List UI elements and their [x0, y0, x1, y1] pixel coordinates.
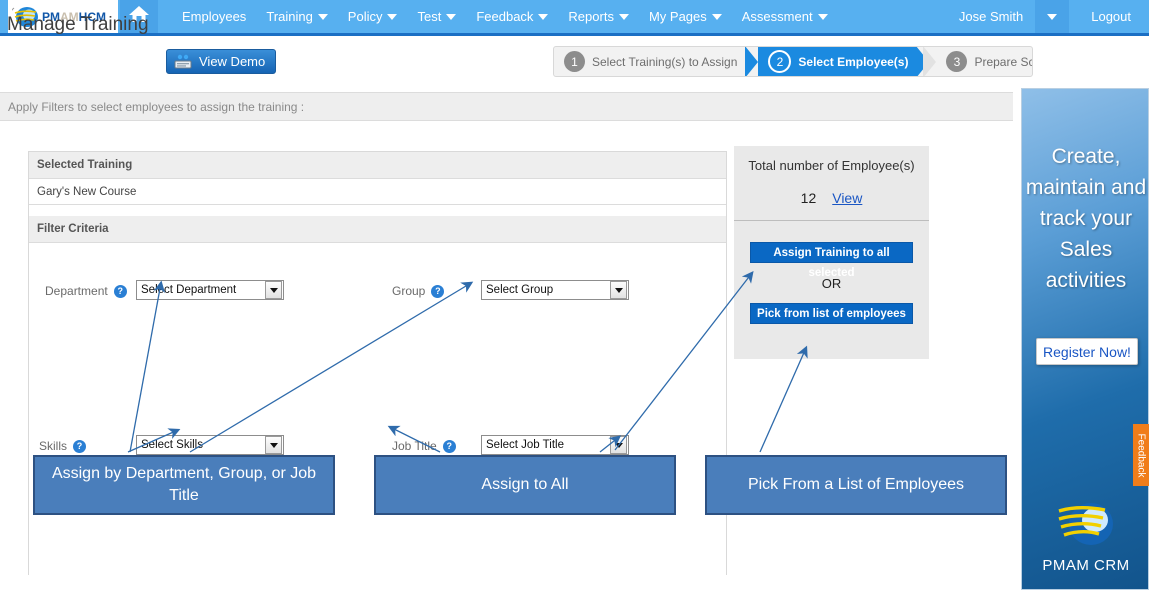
application-root: PMAMHCM Employees Training Policy — [0, 0, 1149, 590]
primary-nav-list: Employees Training Policy Test Feedback … — [172, 0, 947, 33]
step-chevron-icon — [745, 46, 758, 77]
employee-summary-panel: Total number of Employee(s) 12 View Assi… — [734, 146, 929, 359]
wizard-step-3[interactable]: 3 Prepare Schedule — [936, 47, 1033, 76]
nav-item-employees[interactable]: Employees — [172, 0, 256, 33]
nav-label: My Pages — [649, 9, 707, 24]
nav-label: Reports — [568, 9, 614, 24]
filter-criteria-body: Department ? Select Department Group ? S… — [29, 243, 726, 583]
ad-brand-label: PMAM CRM — [1022, 557, 1149, 574]
feedback-tab-label: Feedback — [1136, 433, 1147, 477]
group-select-value: Select Group — [486, 284, 553, 296]
step-wizard: 1 Select Training(s) to Assign 2 Select … — [553, 46, 1033, 77]
step-number: 1 — [564, 51, 585, 72]
chevron-down-icon — [265, 281, 282, 299]
top-navigation-bar: PMAMHCM Employees Training Policy — [0, 0, 1149, 36]
chevron-down-icon — [610, 436, 627, 454]
chevron-down-icon — [610, 281, 627, 299]
chevron-down-icon — [538, 14, 548, 20]
step-number: 2 — [768, 50, 791, 73]
page-title: Manage Training — [7, 14, 149, 36]
selected-training-header: Selected Training — [29, 152, 726, 179]
nav-item-reports[interactable]: Reports — [558, 0, 639, 33]
nav-item-assessment[interactable]: Assessment — [732, 0, 838, 33]
callout-text: Assign by Department, Group, or Job Titl… — [43, 463, 325, 507]
job-title-select[interactable]: Select Job Title — [481, 435, 629, 455]
callout-assign-by-filters: Assign by Department, Group, or Job Titl… — [33, 455, 335, 515]
nav-item-training[interactable]: Training — [256, 0, 337, 33]
assign-training-all-button[interactable]: Assign Training to all selected — [750, 242, 913, 263]
feedback-tab[interactable]: Feedback — [1133, 424, 1149, 486]
nav-label: Employees — [182, 9, 246, 24]
user-menu-button[interactable] — [1035, 0, 1069, 33]
chevron-down-icon — [265, 436, 282, 454]
chevron-down-icon — [712, 14, 722, 20]
job-title-select-value: Select Job Title — [486, 439, 564, 451]
user-menu-area: Jose Smith Logout — [947, 0, 1149, 33]
nav-item-feedback[interactable]: Feedback — [466, 0, 558, 33]
step-chevron-icon — [923, 46, 936, 77]
nav-label: Feedback — [476, 9, 533, 24]
view-employees-link[interactable]: View — [832, 190, 862, 206]
filter-criteria-header: Filter Criteria — [29, 216, 726, 243]
field-job-title: Job Title ? — [392, 439, 456, 453]
panel-spacer — [29, 205, 726, 216]
employee-count: 12 — [801, 190, 817, 206]
step-number: 3 — [946, 51, 967, 72]
chevron-down-icon — [1047, 14, 1057, 20]
callout-pick-from-list: Pick From a List of Employees — [705, 455, 1007, 515]
summary-count-row: 12 View — [734, 190, 929, 221]
skills-select-value: Select Skills — [141, 439, 203, 451]
or-separator-label: OR — [734, 276, 929, 291]
group-select[interactable]: Select Group — [481, 280, 629, 300]
chevron-down-icon — [318, 14, 328, 20]
help-icon[interactable]: ? — [443, 440, 456, 453]
summary-title: Total number of Employee(s) — [734, 146, 929, 173]
view-demo-button[interactable]: View Demo — [166, 49, 276, 74]
callout-text: Pick From a List of Employees — [748, 474, 964, 496]
step-label: Select Employee(s) — [798, 55, 908, 69]
filter-note-text: Apply Filters to select employees to ass… — [8, 100, 304, 114]
chevron-down-icon — [446, 14, 456, 20]
presentation-icon — [173, 54, 193, 70]
nav-item-policy[interactable]: Policy — [338, 0, 408, 33]
nav-label: Test — [417, 9, 441, 24]
nav-label: Assessment — [742, 9, 813, 24]
chevron-down-icon — [619, 14, 629, 20]
department-select[interactable]: Select Department — [136, 280, 284, 300]
field-department: Department ? — [45, 284, 127, 298]
job-title-label: Job Title — [392, 439, 437, 453]
nav-label: Policy — [348, 9, 383, 24]
ad-register-button[interactable]: Register Now! — [1036, 338, 1138, 365]
chevron-down-icon — [387, 14, 397, 20]
user-name-label[interactable]: Jose Smith — [947, 9, 1035, 24]
nav-item-test[interactable]: Test — [407, 0, 466, 33]
ad-headline: Create, maintain and track your Sales ac… — [1022, 141, 1149, 296]
department-select-value: Select Department — [141, 284, 236, 296]
advertisement-banner[interactable]: Create, maintain and track your Sales ac… — [1021, 88, 1149, 590]
filter-note-bar: Apply Filters to select employees to ass… — [0, 92, 1013, 121]
chevron-down-icon — [818, 14, 828, 20]
field-skills: Skills ? — [39, 439, 86, 453]
view-demo-label: View Demo — [199, 54, 265, 69]
nav-label: Training — [266, 9, 312, 24]
group-label: Group — [392, 284, 425, 298]
help-icon[interactable]: ? — [114, 285, 127, 298]
callout-assign-to-all: Assign to All — [374, 455, 676, 515]
callout-text: Assign to All — [481, 474, 568, 496]
help-icon[interactable]: ? — [73, 440, 86, 453]
skills-label: Skills — [39, 439, 67, 453]
skills-select[interactable]: Select Skills — [136, 435, 284, 455]
step-label: Prepare Schedule — [974, 55, 1033, 69]
nav-item-my-pages[interactable]: My Pages — [639, 0, 732, 33]
step-label: Select Training(s) to Assign — [592, 55, 737, 69]
logout-link[interactable]: Logout — [1069, 9, 1149, 24]
field-group: Group ? — [392, 284, 444, 298]
selected-training-value: Gary's New Course — [29, 179, 726, 205]
help-icon[interactable]: ? — [431, 285, 444, 298]
wizard-step-1[interactable]: 1 Select Training(s) to Assign — [554, 47, 745, 76]
department-label: Department — [45, 284, 108, 298]
pick-from-list-button[interactable]: Pick from list of employees — [750, 303, 913, 324]
wizard-step-2[interactable]: 2 Select Employee(s) — [758, 47, 916, 76]
globe-icon — [1055, 499, 1117, 551]
